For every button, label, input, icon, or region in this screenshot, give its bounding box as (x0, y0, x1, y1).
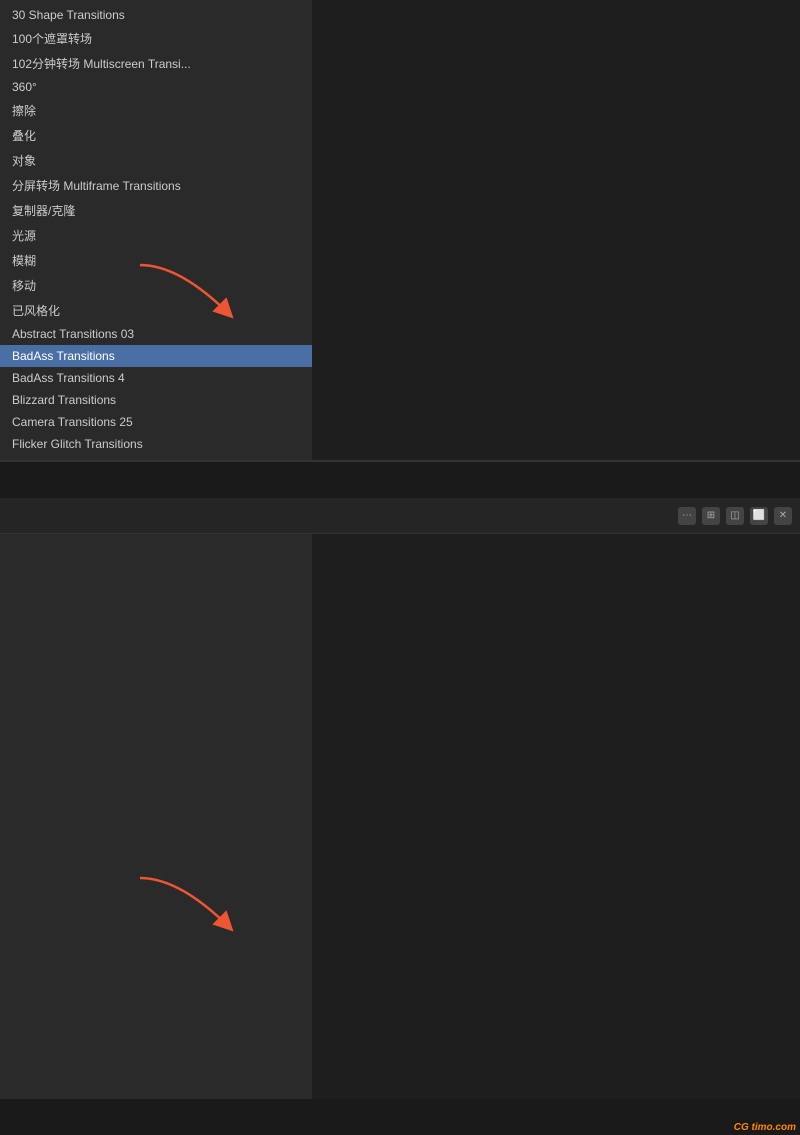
timeline-icon-5[interactable]: ✕ (774, 507, 792, 525)
watermark: CG timo.com (734, 1122, 796, 1133)
timeline-icon-3[interactable]: ◫ (726, 507, 744, 525)
top-sidebar-item[interactable]: 对象 (0, 148, 312, 173)
timeline-icon-2[interactable]: ⊞ (702, 507, 720, 525)
top-sidebar-item[interactable]: Camera Transitions 25 (0, 411, 312, 433)
top-sidebar-item[interactable]: 100个遮罩转场 (0, 26, 312, 51)
top-content-area (312, 0, 800, 460)
top-sidebar-item[interactable]: Blizzard Transitions (0, 389, 312, 411)
bottom-sidebar: 效果 ▾ (0, 498, 312, 1099)
timeline-icons: ⋯ ⊞ ◫ ⬜ ✕ (678, 507, 792, 525)
top-sidebar-item[interactable]: 模糊 (0, 248, 312, 273)
top-sidebar-item[interactable]: 光源 (0, 223, 312, 248)
top-sidebar-item[interactable]: BadAss Transitions (0, 345, 312, 367)
top-sidebar-item[interactable]: Glitch Mask Transitions (0, 455, 312, 460)
timeline-icon-1[interactable]: ⋯ (678, 507, 696, 525)
timeline-bar: ⋯ ⊞ ◫ ⬜ ✕ (0, 498, 800, 534)
top-sidebar-item[interactable]: 叠化 (0, 123, 312, 148)
top-sidebar-item[interactable]: 移动 (0, 273, 312, 298)
top-sidebar-item[interactable]: Abstract Transitions 03 (0, 323, 312, 345)
top-sidebar-item[interactable]: 已风格化 (0, 298, 312, 323)
top-sidebar-item[interactable]: Flicker Glitch Transitions (0, 433, 312, 455)
timeline-icon-4[interactable]: ⬜ (750, 507, 768, 525)
top-sidebar-item[interactable]: 30 Shape Transitions (0, 4, 312, 26)
bottom-content-area (312, 498, 800, 1099)
top-sidebar-item[interactable]: 复制器/克隆 (0, 198, 312, 223)
top-sidebar-item[interactable]: 擦除 (0, 98, 312, 123)
top-sidebar-item[interactable]: 360° (0, 76, 312, 98)
top-sidebar: 30 Shape Transitions100个遮罩转场102分钟转场 Mult… (0, 0, 312, 460)
top-sidebar-item[interactable]: 分屏转场 Multiframe Transitions (0, 173, 312, 198)
top-sidebar-item[interactable]: BadAss Transitions 4 (0, 367, 312, 389)
top-sidebar-item[interactable]: 102分钟转场 Multiscreen Transi... (0, 51, 312, 76)
